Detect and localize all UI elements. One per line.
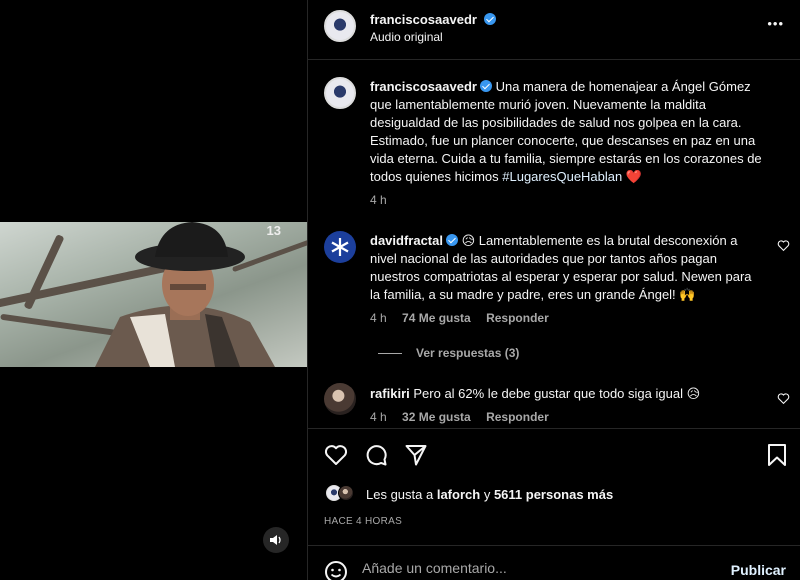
comment-time[interactable]: 4 h xyxy=(370,410,387,424)
audio-label[interactable]: Audio original xyxy=(370,30,443,44)
likes-prefix: Les gusta a xyxy=(366,487,434,502)
add-comment-bar: Publicar xyxy=(308,545,800,580)
comment-likes[interactable]: 74 Me gusta xyxy=(402,311,471,325)
reply-button[interactable]: Responder xyxy=(486,311,549,325)
speaker-icon xyxy=(270,535,281,545)
comment-username[interactable]: rafikiri xyxy=(370,386,410,401)
commenter-avatar[interactable] xyxy=(324,383,356,415)
caption-body: franciscosaavedr Una manera de homenajea… xyxy=(370,78,770,186)
publish-button[interactable]: Publicar xyxy=(731,562,786,578)
emoji-picker-icon[interactable] xyxy=(324,560,348,580)
comment-username[interactable]: davidfractal xyxy=(370,233,443,248)
like-icon[interactable] xyxy=(324,443,348,467)
post-detail-panel: franciscosaavedr Audio original ••• fran… xyxy=(308,0,800,580)
likes-count[interactable]: 5611 personas más xyxy=(494,487,613,502)
comment-icon[interactable] xyxy=(364,443,388,467)
caption-time[interactable]: 4 h xyxy=(370,193,387,207)
share-icon[interactable] xyxy=(404,443,428,467)
liker-username[interactable]: laforch xyxy=(437,487,480,502)
comment-body: davidfractal 😥 Lamentablemente es la bru… xyxy=(370,232,765,304)
verified-icon xyxy=(445,234,458,246)
comment-text: Pero al 62% le debe gustar que todo siga… xyxy=(413,386,701,401)
comment-emoji: 😥 xyxy=(461,233,476,248)
likes-summary: Les gusta a laforch y 5611 personas más xyxy=(366,487,613,502)
media-panel: 13 xyxy=(0,0,307,580)
mute-button[interactable] xyxy=(263,527,289,553)
comment-likes[interactable]: 32 Me gusta xyxy=(402,410,471,424)
post-actions: Les gusta a laforch y 5611 personas más … xyxy=(308,430,800,545)
more-options-icon[interactable]: ••• xyxy=(767,16,784,31)
comment-meta: 4 h 74 Me gusta Responder xyxy=(370,311,549,325)
liker-avatar[interactable] xyxy=(338,485,354,501)
caption-avatar[interactable] xyxy=(324,77,356,109)
video-frame-person xyxy=(95,222,275,367)
author-username[interactable]: franciscosaavedr xyxy=(370,12,477,27)
star-logo-icon xyxy=(331,238,349,256)
comment-input[interactable] xyxy=(362,558,702,578)
verified-icon xyxy=(479,80,492,92)
video-player[interactable] xyxy=(0,222,307,367)
comment-time[interactable]: 4 h xyxy=(370,311,387,325)
like-comment-icon[interactable] xyxy=(777,392,790,405)
like-comment-icon[interactable] xyxy=(777,239,790,252)
author-avatar[interactable] xyxy=(324,10,356,42)
save-bookmark-icon[interactable] xyxy=(766,443,788,467)
reply-button[interactable]: Responder xyxy=(486,410,549,424)
age-rating-badge: 13 xyxy=(266,223,281,238)
comments-list[interactable]: franciscosaavedr Una manera de homenajea… xyxy=(308,61,800,429)
post-timestamp[interactable]: HACE 4 HORAS xyxy=(324,516,402,527)
caption-username[interactable]: franciscosaavedr xyxy=(370,79,477,94)
post-header: franciscosaavedr Audio original ••• xyxy=(308,0,800,60)
verified-icon xyxy=(484,13,497,25)
commenter-avatar[interactable] xyxy=(324,231,356,263)
likes-connector: y xyxy=(483,487,491,502)
replies-line xyxy=(378,353,402,354)
comment-meta: 4 h 32 Me gusta Responder xyxy=(370,410,549,424)
heart-emoji: ❤️ xyxy=(625,169,643,184)
caption-hashtag[interactable]: #LugaresQueHablan xyxy=(502,169,622,184)
comment-body: rafikiri Pero al 62% le debe gustar que … xyxy=(370,385,765,403)
view-replies-button[interactable]: Ver respuestas (3) xyxy=(416,346,519,360)
